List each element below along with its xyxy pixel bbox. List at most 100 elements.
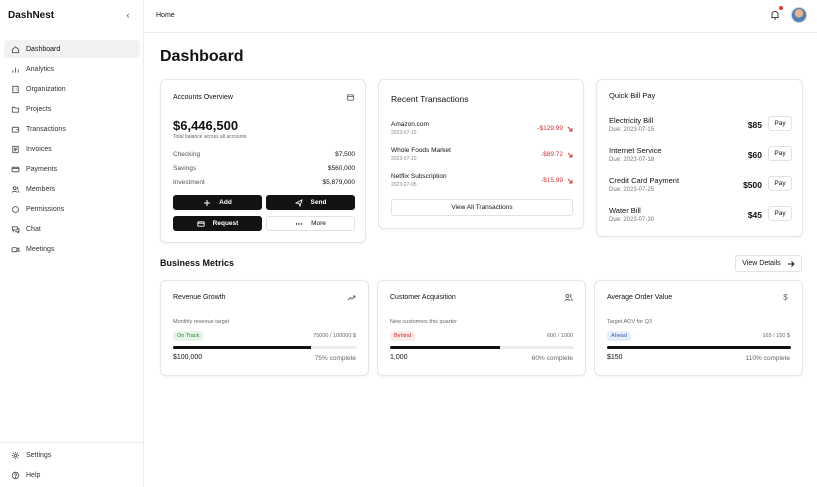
bill-item: Credit Card Payment Due: 2023-07-25 $500… (609, 176, 792, 193)
status-badge: On Track (173, 331, 204, 341)
sidebar: DashNest ‹ Dashboard Analytics Organizat… (0, 0, 144, 487)
building-icon (10, 84, 20, 94)
card-title: Customer Acquisition (390, 294, 456, 301)
transaction-amount-text: -$89.72 (540, 151, 563, 158)
metric-target: 75000 / 100000 $ (313, 333, 356, 339)
sidebar-item-help[interactable]: Help (4, 466, 140, 484)
arrow-right-icon (787, 260, 795, 267)
arrow-down-right-icon (567, 126, 573, 131)
bill-item: Electricity Bill Due: 2023-07-15 $85 Pay (609, 116, 792, 133)
bill-item: Water Bill Due: 2023-07-30 $45 Pay (609, 206, 792, 223)
receipt-icon (10, 144, 20, 154)
transaction-item[interactable]: Amazon.com 2023-07-15 -$129.99 (391, 121, 573, 136)
account-label: Checking (173, 151, 201, 158)
bill-item: Internet Service Due: 2023-07-18 $60 Pay (609, 146, 792, 163)
bell-icon[interactable] (769, 9, 781, 21)
send-button[interactable]: Send (266, 195, 355, 210)
sidebar-item-label: Help (26, 471, 41, 479)
top-bar: Home (144, 0, 817, 33)
arrow-down-right-icon (567, 178, 573, 183)
sidebar-item-analytics[interactable]: Analytics (4, 60, 140, 78)
sidebar-item-label: Organization (26, 85, 66, 93)
account-row-checking: Checking $7,500 (173, 151, 355, 158)
transaction-item[interactable]: Whole Foods Market 2023-07-10 -$89.72 (391, 147, 573, 162)
more-button[interactable]: More (266, 216, 355, 231)
sidebar-item-transactions[interactable]: Transactions (4, 120, 140, 138)
sidebar-item-label: Analytics (26, 65, 55, 73)
transaction-amount-text: -$15.99 (540, 177, 563, 184)
credit-card-icon (197, 220, 205, 227)
more-dots-icon (295, 222, 303, 225)
pay-button[interactable]: Pay (768, 146, 792, 161)
card-title: Revenue Growth (173, 294, 226, 301)
pay-button[interactable]: Pay (768, 116, 792, 131)
sidebar-item-permissions[interactable]: Permissions (4, 200, 140, 218)
sidebar-item-members[interactable]: Members (4, 180, 140, 198)
sidebar-divider (0, 442, 144, 443)
collapse-sidebar-icon[interactable]: ‹ (122, 9, 134, 21)
card-title: Accounts Overview (173, 94, 233, 101)
sidebar-item-payments[interactable]: Payments (4, 160, 140, 178)
transaction-amount-text: -$129.99 (537, 125, 563, 132)
bill-amount: $500 (743, 180, 762, 190)
metric-value: $100,000 (173, 354, 203, 361)
section-title: Business Metrics (160, 258, 235, 268)
transaction-amount: -$129.99 (537, 125, 573, 132)
breadcrumb[interactable]: Home (156, 12, 175, 19)
total-balance: $6,446,500 (173, 118, 239, 133)
progress-fill (390, 346, 501, 349)
sidebar-item-settings[interactable]: Settings (4, 446, 140, 464)
sidebar-item-invoices[interactable]: Invoices (4, 140, 140, 158)
sidebar-item-label: Transactions (26, 125, 66, 133)
sidebar-item-label: Dashboard (26, 45, 61, 53)
view-details-button[interactable]: View Details (735, 255, 802, 272)
bar-chart-icon (10, 64, 20, 74)
account-label: Investment (173, 179, 205, 186)
pay-button[interactable]: Pay (768, 176, 792, 191)
sidebar-item-dashboard[interactable]: Dashboard (4, 40, 140, 58)
sidebar-item-label: Members (26, 185, 56, 193)
card-title: Average Order Value (607, 294, 673, 301)
sidebar-item-chat[interactable]: Chat (4, 220, 140, 238)
sidebar-item-label: Permissions (26, 205, 65, 213)
folder-icon (10, 104, 20, 114)
account-value: $7,500 (335, 151, 355, 158)
account-row-investment: Investment $5,879,000 (173, 179, 355, 186)
send-button-label: Send (310, 199, 327, 206)
account-label: Savings (173, 165, 197, 172)
progress-fill (173, 346, 311, 349)
sidebar-item-label: Meetings (26, 245, 55, 253)
bill-name: Electricity Bill (609, 116, 654, 125)
sidebar-item-meetings[interactable]: Meetings (4, 240, 140, 258)
send-icon (294, 198, 303, 207)
plus-icon (204, 199, 211, 206)
account-value: $560,000 (327, 165, 355, 172)
transaction-amount: -$15.99 (541, 177, 573, 184)
bill-amount: $85 (747, 120, 762, 130)
sidebar-item-label: Settings (26, 451, 52, 459)
quick-bill-pay-card: Quick Bill Pay Electricity Bill Due: 202… (596, 79, 803, 237)
add-button[interactable]: Add (173, 195, 262, 210)
sidebar-item-label: Invoices (26, 145, 52, 153)
metric-target: 600 / 1000 (547, 333, 573, 339)
video-icon (10, 244, 20, 254)
view-all-transactions-button[interactable]: View All Transactions (391, 199, 573, 216)
gear-icon (10, 450, 20, 460)
sidebar-item-organization[interactable]: Organization (4, 80, 140, 98)
request-button[interactable]: Request (173, 216, 262, 231)
progress-bar (607, 346, 791, 349)
pay-button[interactable]: Pay (768, 206, 792, 221)
progress-bar (390, 346, 574, 349)
status-badge: Ahead (607, 331, 631, 341)
avatar[interactable] (791, 7, 807, 23)
credit-card-icon (10, 164, 20, 174)
chat-icon (10, 224, 20, 234)
bill-amount: $45 (747, 210, 762, 220)
sidebar-item-projects[interactable]: Projects (4, 100, 140, 118)
transaction-item[interactable]: Netflix Subscription 2023-07-05 -$15.99 (391, 173, 573, 188)
metric-percent: 110% complete (745, 355, 790, 362)
bill-due-date: Due: 2023-07-18 (609, 157, 655, 163)
bill-name: Water Bill (609, 206, 641, 215)
metric-card-revenue-growth: Revenue Growth Monthly revenue target On… (160, 280, 369, 376)
recent-transactions-card: Recent Transactions Amazon.com 2023-07-1… (378, 79, 584, 229)
